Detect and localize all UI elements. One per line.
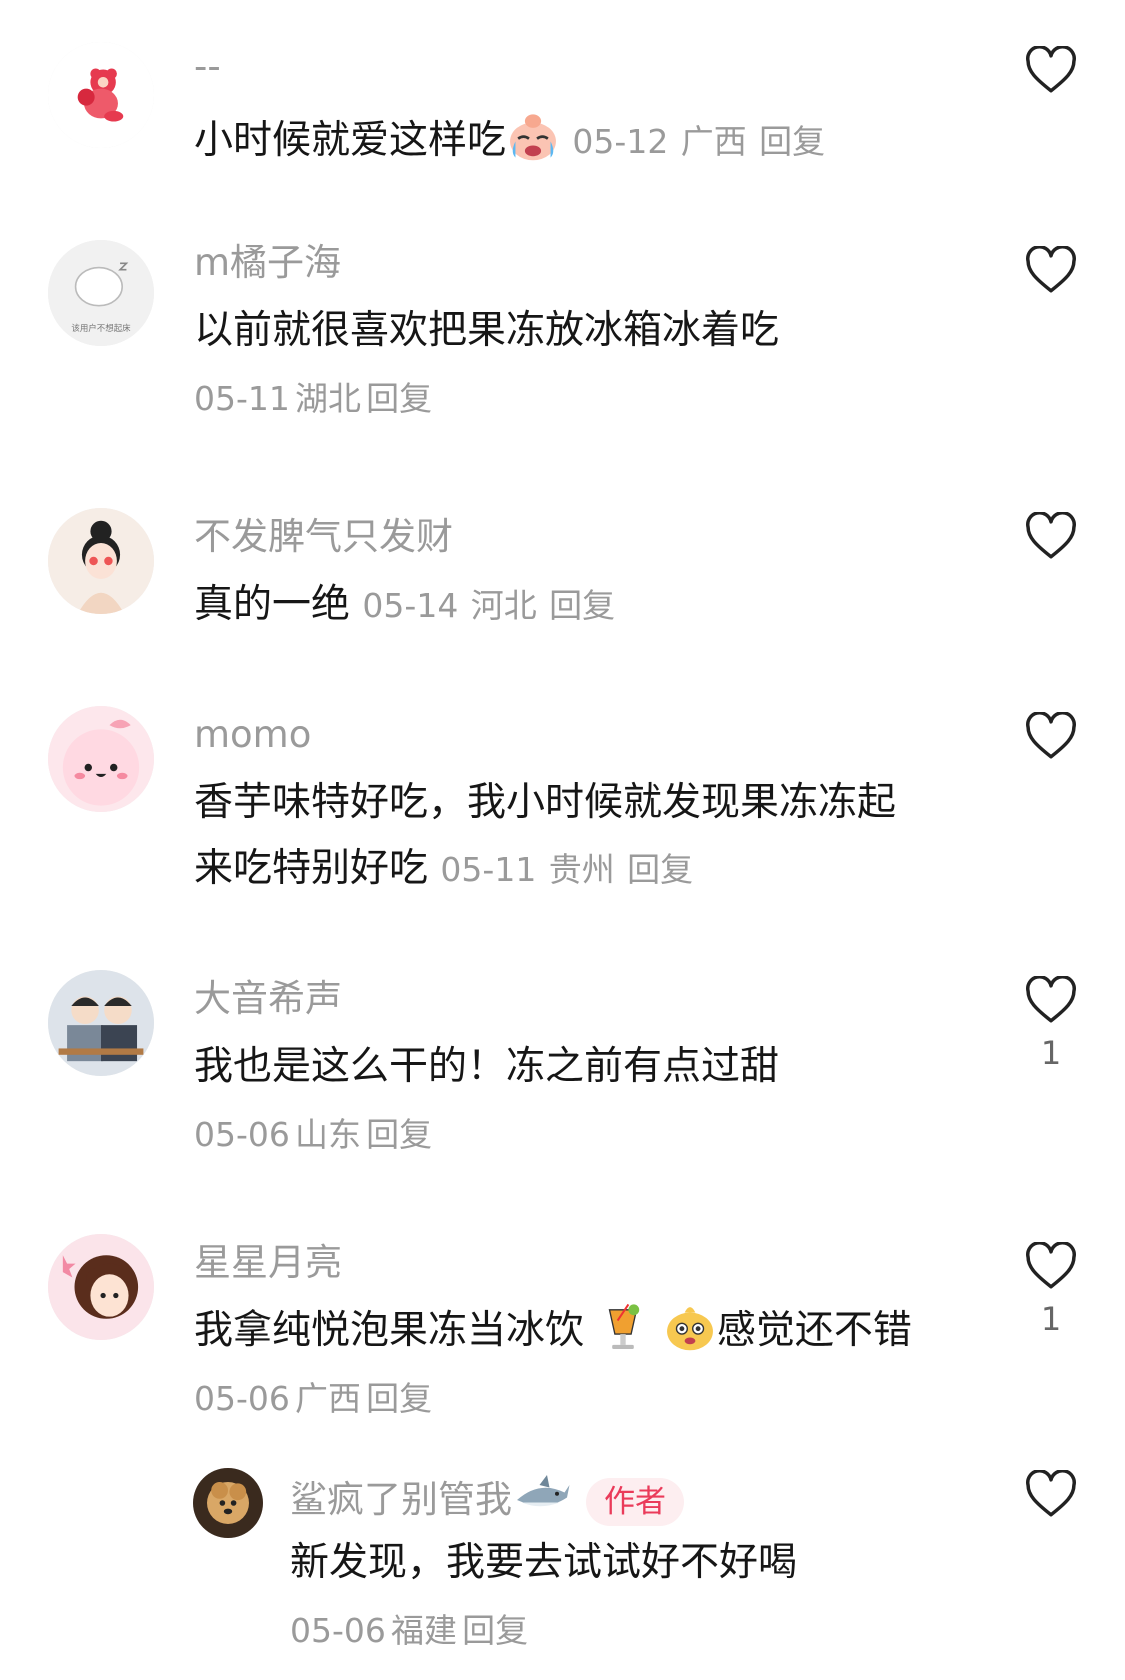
avatar[interactable] [48, 706, 154, 812]
like-button[interactable] [1018, 712, 1084, 760]
shark-emoji [512, 1468, 572, 1522]
comment-date: 05-11 [440, 850, 537, 889]
reply-text: 新发现，我要去试试好不好喝 [290, 1540, 798, 1585]
heart-outline-icon [1026, 246, 1076, 293]
like-button[interactable] [1018, 1470, 1084, 1518]
avatar[interactable] [48, 1234, 154, 1340]
like-count: 1 [1040, 1300, 1062, 1338]
avatar[interactable]: 该用户不想起床 [48, 240, 154, 346]
comment-date: 05-14 [362, 586, 459, 625]
comment-date: 05-12 [572, 122, 669, 161]
author-badge: 作者 [586, 1477, 684, 1526]
avatar[interactable] [193, 1468, 263, 1538]
comment-date: 05-11 [194, 379, 290, 418]
comment-date: 05-06 [194, 1115, 290, 1154]
heart-outline-icon [1026, 1470, 1076, 1517]
comment-location: 山东 [294, 1115, 361, 1154]
reply-button[interactable]: 回复 [627, 850, 693, 889]
heart-outline-icon [1026, 1242, 1076, 1289]
comment-username[interactable]: 大音希声 [194, 976, 955, 1022]
reply-button[interactable]: 回复 [462, 1611, 528, 1650]
avatar-caption: 该用户不想起床 [71, 323, 131, 333]
reply-button[interactable]: 回复 [366, 1115, 432, 1154]
avatar[interactable] [48, 970, 154, 1076]
like-button[interactable]: 1 [1018, 976, 1084, 1072]
comment-location: 广西 [680, 122, 747, 161]
comment-text: 我也是这么干的！冻之前有点过甜 [194, 1044, 780, 1089]
reply-username[interactable]: 鲨疯了别管我 [290, 1478, 512, 1521]
avatar[interactable] [48, 508, 154, 614]
comment-date: 05-06 [194, 1379, 290, 1418]
smiling-face-emoji [663, 1299, 717, 1353]
comment-location: 贵州 [548, 850, 615, 889]
like-count: 1 [1040, 1034, 1062, 1072]
like-button[interactable]: 1 [1018, 1242, 1084, 1338]
cocktail-emoji [596, 1299, 650, 1353]
reply-button[interactable]: 回复 [549, 586, 615, 625]
comment-text: 真的一绝 [194, 582, 351, 627]
comment-username[interactable]: momo [194, 712, 955, 758]
comment-username[interactable]: 星星月亮 [194, 1240, 955, 1286]
comment-username[interactable]: -- [194, 44, 955, 90]
comment-username[interactable]: 不发脾气只发财 [194, 514, 955, 560]
heart-outline-icon [1026, 46, 1076, 93]
avatar[interactable] [48, 42, 154, 148]
comment-text-2: 感觉还不错 [716, 1308, 912, 1353]
like-button[interactable] [1018, 46, 1084, 94]
reply-button[interactable]: 回复 [759, 122, 825, 161]
like-button[interactable] [1018, 246, 1084, 294]
heart-outline-icon [1026, 512, 1076, 559]
comment-text: 以前就很喜欢把果冻放冰箱冰着吃 [194, 308, 780, 353]
crying-face-emoji [506, 109, 560, 163]
heart-outline-icon [1026, 976, 1076, 1023]
reply-button[interactable]: 回复 [366, 1379, 432, 1418]
like-button[interactable] [1018, 512, 1084, 560]
comment-location: 河北 [470, 586, 537, 625]
comment-location: 湖北 [294, 379, 361, 418]
reply-button[interactable]: 回复 [366, 379, 432, 418]
comment-text: 小时候就爱这样吃 [194, 118, 507, 163]
comment-username[interactable]: m橘子海 [194, 240, 955, 286]
comment-text-line-2: 来吃特别好吃 [194, 846, 429, 891]
comment-location: 广西 [294, 1379, 361, 1418]
comment-text: 我拿纯悦泡果冻当冰饮 [194, 1308, 585, 1353]
reply-date: 05-06 [290, 1611, 386, 1650]
heart-outline-icon [1026, 712, 1076, 759]
comment-text-line-1: 香芋味特好吃，我小时候就发现果冻冻起 [194, 780, 897, 825]
reply-location: 福建 [390, 1611, 457, 1650]
